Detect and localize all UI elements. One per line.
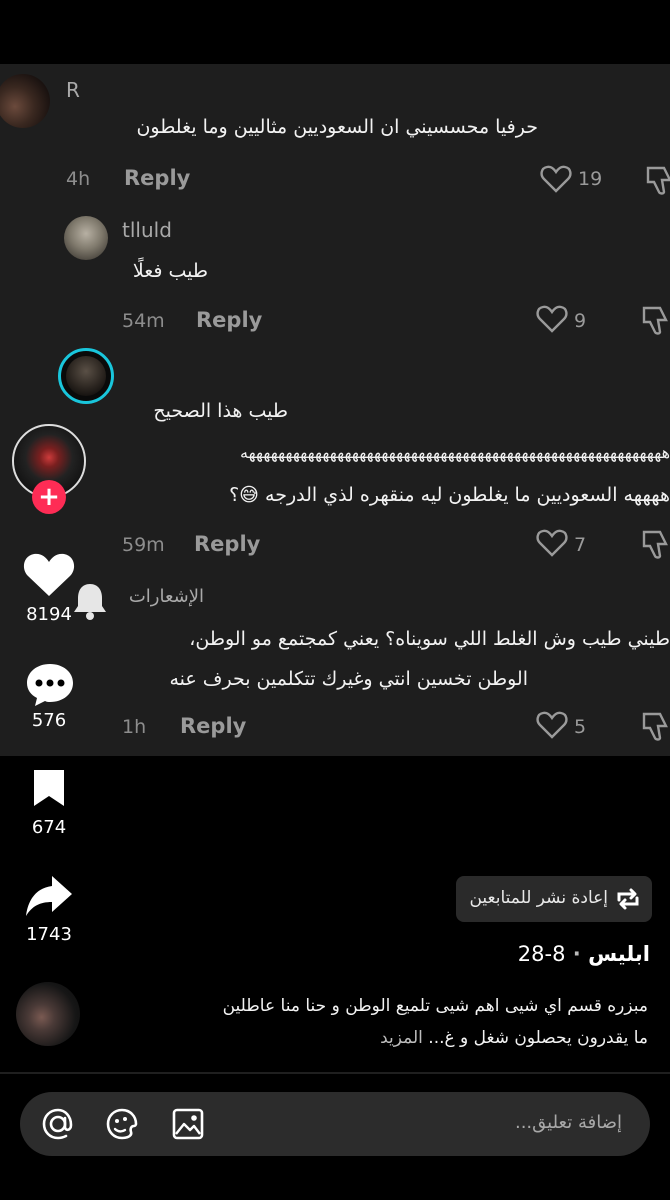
divider — [0, 1072, 670, 1074]
like-count: 7 — [574, 534, 587, 556]
repost-button[interactable]: إعادة نشر للمتابعين — [456, 876, 652, 922]
comment-input-placeholder: إضافة تعليق... — [514, 1112, 622, 1133]
dislike-icon[interactable] — [644, 164, 670, 196]
post-author[interactable]: ابليس — [588, 942, 650, 966]
comment-count: 576 — [31, 710, 67, 731]
avatar-image — [66, 356, 106, 396]
caption-text: مبزره قسم اي شيى اهم شيى تلميع الوطن و ح… — [222, 996, 648, 1048]
reply-button[interactable]: Reply — [124, 166, 190, 190]
comment-text: حرفيا محسسيني ان السعوديين مثاليين وما ي… — [136, 116, 538, 138]
comment-text-line: طيب هذا الصحيح — [153, 400, 288, 422]
comments-screenshot: R حرفيا محسسيني ان السعوديين مثاليين وما… — [0, 64, 670, 756]
comment-time: 1h — [122, 716, 147, 738]
comment-text-line: هههههههههههههههههههههههههههههههههههههههه… — [239, 443, 670, 462]
comment-author[interactable]: R — [66, 78, 80, 102]
emoji-icon[interactable] — [104, 1106, 140, 1142]
like-count: 9 — [574, 310, 587, 332]
repost-icon — [617, 888, 639, 910]
avatar[interactable] — [64, 216, 108, 260]
comment-input[interactable]: إضافة تعليق... — [20, 1092, 650, 1156]
mention-icon[interactable] — [40, 1106, 76, 1142]
comment-text: طيب فعلًا — [132, 260, 208, 282]
heart-icon[interactable] — [536, 304, 568, 334]
comment-time: 59m — [122, 534, 165, 556]
dislike-icon[interactable] — [640, 304, 670, 336]
repost-label: إعادة نشر للمتابعين — [469, 888, 608, 908]
dislike-icon[interactable] — [640, 528, 670, 560]
heart-icon[interactable] — [540, 164, 572, 194]
share-count: 1743 — [26, 924, 72, 945]
post-author-line[interactable]: ابليس · 8-28 — [518, 942, 650, 966]
notification-bell-icon — [74, 584, 106, 620]
comment-bubble-icon[interactable] — [24, 660, 76, 710]
top-bar — [0, 0, 670, 64]
comment-text-line: ههههه السعوديين ما يغلطون ليه منقهره لذي… — [229, 484, 670, 506]
image-icon[interactable] — [170, 1106, 206, 1142]
dislike-icon[interactable] — [640, 710, 670, 742]
avatar[interactable] — [0, 74, 50, 128]
avatar[interactable] — [58, 348, 114, 404]
comment-time: 4h — [66, 168, 91, 190]
comment-author[interactable]: الإشعارات — [129, 586, 204, 607]
post-caption: مبزره قسم اي شيى اهم شيى تلميع الوطن و ح… — [208, 990, 648, 1054]
share-arrow-icon[interactable] — [24, 872, 74, 918]
comment-text-line: الوطن تخسين انتي وغيرك تتكلمين بحرف عنه — [169, 668, 528, 690]
see-more-link[interactable]: المزيد — [380, 1028, 423, 1048]
separator: · — [572, 942, 581, 966]
comment-time: 54m — [122, 310, 165, 332]
post-author-avatar[interactable] — [16, 982, 80, 1046]
like-heart-icon[interactable] — [22, 550, 76, 600]
comment-author[interactable]: tlluld — [122, 218, 172, 242]
save-count: 674 — [31, 817, 67, 838]
reply-button[interactable]: Reply — [180, 714, 246, 738]
heart-icon[interactable] — [536, 710, 568, 740]
like-count: 5 — [574, 716, 587, 738]
reply-button[interactable]: Reply — [194, 532, 260, 556]
reply-button[interactable]: Reply — [196, 308, 262, 332]
comment-text-line: طيني طيب وش الغلط اللي سويناه؟ يعني كمجت… — [189, 628, 670, 650]
follow-button[interactable]: + — [32, 480, 66, 514]
post-date: 8-28 — [517, 942, 566, 966]
like-count: 19 — [578, 168, 603, 190]
bookmark-icon[interactable] — [30, 766, 68, 810]
heart-icon[interactable] — [536, 528, 568, 558]
